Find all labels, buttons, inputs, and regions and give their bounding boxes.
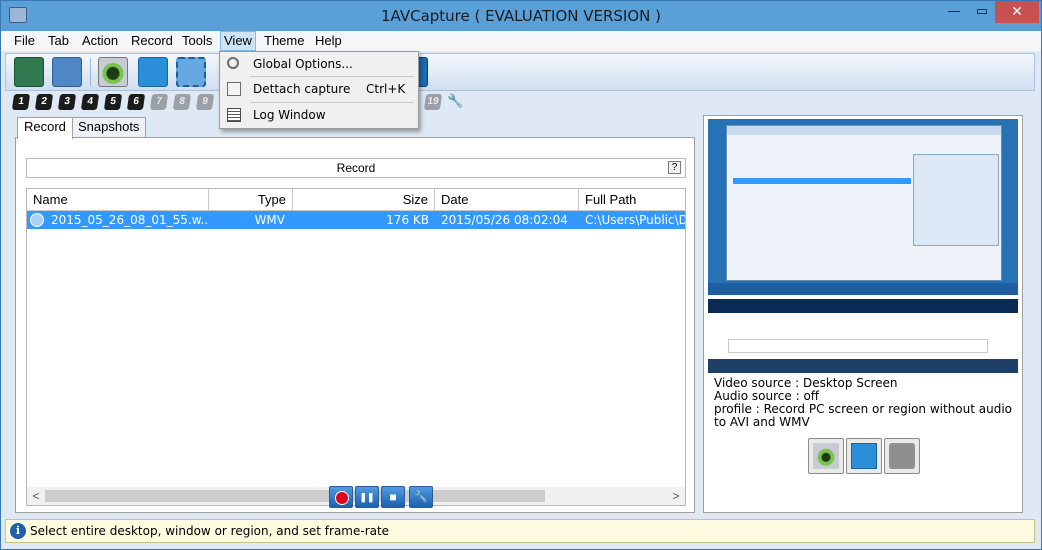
menu-action[interactable]: Action xyxy=(79,31,121,51)
row-full-path: C:\Users\Public\D xyxy=(585,213,686,227)
preview-panel: Video source : Desktop Screen Audio sour… xyxy=(703,115,1023,513)
video-file-icon xyxy=(30,213,44,227)
maximize-button[interactable]: ▭ xyxy=(969,1,995,23)
window-capture-icon xyxy=(851,443,877,469)
main-toolbar xyxy=(5,53,1035,91)
menu-view[interactable]: View xyxy=(220,31,256,51)
record-panel: Record Snapshots Record ? Name Type Size… xyxy=(15,117,695,513)
menu-theme[interactable]: Theme xyxy=(261,31,307,51)
menu-item-global-options[interactable]: Global Options... xyxy=(222,53,416,75)
window-source-button[interactable] xyxy=(846,438,882,474)
log-document-icon xyxy=(227,108,241,122)
stop-button[interactable]: ■ xyxy=(381,486,405,508)
status-bar: i Select entire desktop, window or regio… xyxy=(5,519,1035,543)
column-header-size[interactable]: Size xyxy=(293,189,435,211)
profile-1-button[interactable]: 1 xyxy=(11,94,31,110)
profile-6-button[interactable]: 6 xyxy=(126,94,146,110)
scroll-thumb[interactable] xyxy=(45,490,545,502)
screen-preview xyxy=(708,119,1018,373)
recordings-list: Name Type Size Date Full Path 2015_05_26… xyxy=(26,188,686,506)
tab-body: Record ? Name Type Size Date Full Path 2… xyxy=(15,137,695,513)
menu-separator xyxy=(250,102,414,103)
profile-2-button[interactable]: 2 xyxy=(34,94,54,110)
profile-5-button[interactable]: 5 xyxy=(103,94,123,110)
profile-8-button[interactable]: 8 xyxy=(172,94,192,110)
window-title: 1AVCapture ( EVALUATION VERSION ) xyxy=(381,7,661,25)
menu-item-label: Log Window xyxy=(253,108,326,122)
row-size: 176 KB xyxy=(386,213,429,227)
app-window: 1AVCapture ( EVALUATION VERSION ) — ▭ ✕ … xyxy=(0,0,1042,550)
row-name: 2015_05_26_08_01_55.w... xyxy=(51,213,209,227)
capture-settings-button[interactable]: 🔧 xyxy=(409,486,433,508)
column-header-full-path[interactable]: Full Path xyxy=(579,189,685,211)
profile-3-button[interactable]: 3 xyxy=(57,94,77,110)
menu-item-shortcut: Ctrl+K xyxy=(366,82,406,96)
profile-19-button[interactable]: 19 xyxy=(423,94,443,110)
minimize-button[interactable]: — xyxy=(939,1,969,23)
region-capture-icon[interactable] xyxy=(176,57,206,87)
detach-window-icon xyxy=(227,82,241,96)
row-date: 2015/05/26 08:02:04 xyxy=(441,213,568,227)
info-icon: i xyxy=(10,523,26,539)
paint-palette-icon[interactable] xyxy=(52,57,82,87)
menu-item-detach-capture[interactable]: Dettach capture Ctrl+K xyxy=(222,78,416,100)
window-capture-icon[interactable] xyxy=(138,57,168,87)
profile-7-button[interactable]: 7 xyxy=(149,94,169,110)
menu-bar: File Tab Action Record Tools View Theme … xyxy=(1,31,1041,51)
profile-4-button[interactable]: 4 xyxy=(80,94,100,110)
title-bar[interactable]: 1AVCapture ( EVALUATION VERSION ) — ▭ ✕ xyxy=(1,1,1041,31)
menu-file[interactable]: File xyxy=(11,31,38,51)
menu-item-log-window[interactable]: Log Window xyxy=(222,104,416,126)
preview-browser-window xyxy=(708,283,1018,373)
source-info: Video source : Desktop Screen Audio sour… xyxy=(714,377,1014,429)
scroll-left-arrow[interactable]: < xyxy=(27,487,45,505)
row-type: WMV xyxy=(254,213,285,227)
tab-snapshots[interactable]: Snapshots xyxy=(71,117,147,137)
scroll-right-arrow[interactable]: > xyxy=(667,487,685,505)
record-button[interactable] xyxy=(329,486,353,508)
preview-app-window xyxy=(726,125,1002,281)
pause-button[interactable]: ❚❚ xyxy=(355,486,379,508)
table-row[interactable]: 2015_05_26_08_01_55.w... WMV 176 KB 2015… xyxy=(27,211,686,229)
record-header: Record ? xyxy=(26,158,686,178)
menu-separator xyxy=(250,76,414,77)
menu-record[interactable]: Record xyxy=(128,31,176,51)
webcam-icon xyxy=(813,443,839,469)
record-header-label: Record xyxy=(336,161,376,175)
menu-item-label: Dettach capture xyxy=(253,82,351,96)
webcam-source-button[interactable] xyxy=(808,438,844,474)
profile-text: profile : Record PC screen or region wit… xyxy=(714,402,1013,429)
column-header-date[interactable]: Date xyxy=(435,189,579,211)
help-button[interactable]: ? xyxy=(668,161,681,174)
capture-device-icon xyxy=(889,443,915,469)
close-button[interactable]: ✕ xyxy=(995,1,1039,23)
toolbar-separator xyxy=(90,58,91,86)
status-text: Select entire desktop, window or region,… xyxy=(30,524,390,538)
tab-record[interactable]: Record xyxy=(17,117,73,139)
column-header-name[interactable]: Name xyxy=(27,189,209,211)
memory-card-icon[interactable] xyxy=(14,57,44,87)
search-icon xyxy=(227,57,239,69)
webcam-icon[interactable] xyxy=(98,57,128,87)
device-source-button[interactable] xyxy=(884,438,920,474)
wrench-icon[interactable]: 🔧 xyxy=(447,93,463,109)
profile-9-button[interactable]: 9 xyxy=(195,94,215,110)
menu-item-label: Global Options... xyxy=(253,57,353,71)
menu-help[interactable]: Help xyxy=(312,31,345,51)
column-header-type[interactable]: Type xyxy=(209,189,293,211)
menu-tab[interactable]: Tab xyxy=(45,31,72,51)
view-menu-dropdown: Global Options... Dettach capture Ctrl+K… xyxy=(219,51,419,129)
menu-tools[interactable]: Tools xyxy=(179,31,215,51)
